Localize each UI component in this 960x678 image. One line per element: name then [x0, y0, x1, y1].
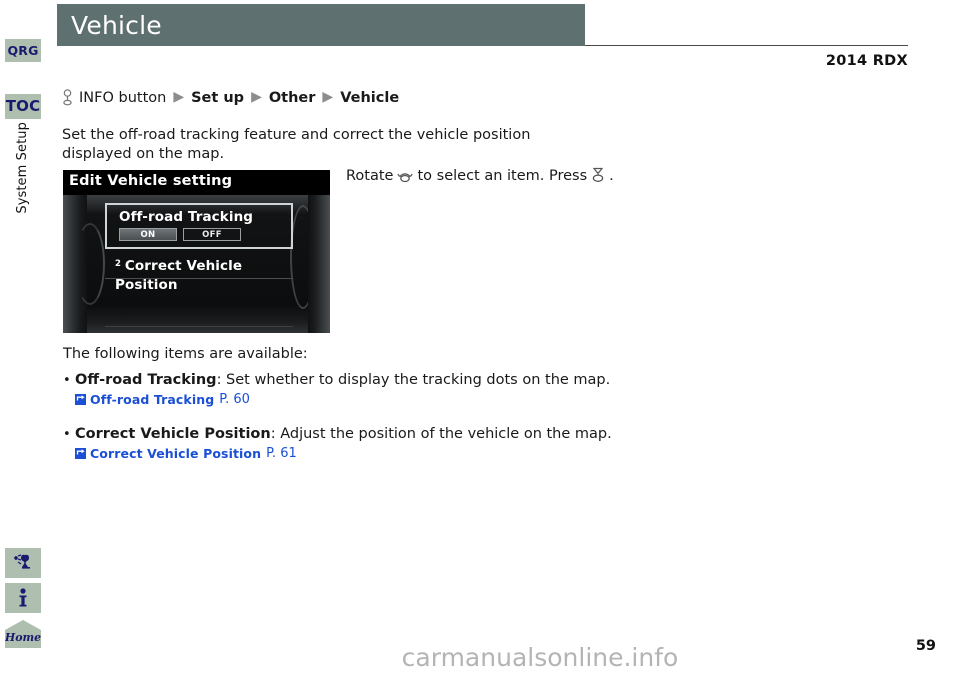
sidebar: QRG TOC System Setup Home	[0, 0, 46, 678]
list-item-description: : Set whether to display the tracking do…	[216, 372, 611, 388]
cross-reference-link[interactable]: Correct Vehicle Position P. 61	[75, 446, 623, 461]
nav-screen-right-arc-decoration	[290, 205, 316, 309]
cross-reference-page: P. 61	[266, 446, 297, 461]
rotate-instruction: Rotate to select an item. Press .	[346, 166, 614, 186]
nav-menu-item-correct-vehicle-position-label: Correct Vehicle Position	[115, 258, 243, 293]
nav-menu-item-offroad-tracking-label: Off-road Tracking	[119, 209, 254, 225]
sidebar-section-label-text: System Setup	[15, 122, 30, 214]
model-name: 2014 RDX	[825, 53, 908, 69]
offroad-tracking-on-button[interactable]: ON	[119, 228, 177, 241]
rotate-instruction-prefix: Rotate	[346, 168, 394, 184]
bullet-marker: •	[63, 427, 71, 442]
nav-menu-item-offroad-tracking[interactable]: Off-road Tracking ON OFF	[105, 203, 293, 249]
offroad-tracking-off-button[interactable]: OFF	[183, 228, 241, 241]
bullet-marker: •	[63, 373, 71, 388]
nav-screen-body: Off-road Tracking ON OFF 2 Correct Vehicl…	[63, 195, 330, 333]
header-divider	[585, 45, 908, 46]
breadcrumb-separator-3: ▶	[322, 89, 334, 105]
sidebar-tab-toc-label: TOC	[5, 97, 41, 115]
nav-menu-item-empty	[105, 293, 293, 327]
nav-screen-left-arc-decoration	[75, 223, 105, 305]
cross-reference-page: P. 60	[219, 392, 250, 407]
rotate-instruction-middle: to select an item. Press	[417, 168, 588, 184]
page-title: Vehicle	[71, 11, 162, 40]
nav-screen-figure: Edit Vehicle setting Off-road Tracking O…	[63, 170, 330, 333]
nav-menu-item-index: 2	[115, 259, 121, 269]
intro-paragraph: Set the off-road tracking feature and co…	[62, 127, 531, 162]
press-knob-icon	[591, 167, 605, 187]
available-items-lead: The following items are available:	[63, 346, 308, 362]
list-item-term: Off-road Tracking	[75, 372, 217, 388]
sidebar-tab-qrg[interactable]: QRG	[5, 39, 41, 62]
cross-reference-link[interactable]: Off-road Tracking P. 60	[75, 392, 623, 407]
page-number: 59	[915, 638, 936, 654]
rotate-instruction-suffix: .	[609, 168, 614, 184]
offroad-tracking-off-label: OFF	[202, 230, 222, 240]
cross-reference-arrow-icon	[75, 394, 86, 405]
nav-menu-item-correct-vehicle-position[interactable]: 2 Correct Vehicle Position	[105, 249, 293, 293]
breadcrumb-separator-1: ▶	[173, 89, 185, 105]
cross-reference-arrow-icon	[75, 448, 86, 459]
list-item-description: : Adjust the position of the vehicle on …	[270, 426, 612, 442]
offroad-tracking-on-label: ON	[140, 230, 156, 240]
offroad-tracking-toggle-group: ON OFF	[119, 228, 291, 241]
voice-command-icon[interactable]	[5, 548, 41, 578]
page-header-bar: Vehicle	[57, 4, 585, 46]
list-item-term: Correct Vehicle Position	[75, 426, 271, 442]
breadcrumb-item-vehicle: Vehicle	[340, 90, 400, 106]
sidebar-tab-qrg-label: QRG	[7, 43, 39, 58]
rotary-knob-icon	[397, 168, 414, 187]
nav-screen-titlebar: Edit Vehicle setting	[63, 170, 330, 195]
cross-reference-label: Off-road Tracking	[90, 392, 215, 407]
main-content: INFO button ▶ Set up ▶ Other ▶ Vehicle S…	[62, 86, 682, 461]
available-items-section: The following items are available: • Off…	[63, 346, 623, 465]
breadcrumb-separator-2: ▶	[251, 89, 262, 105]
breadcrumb-item-setup: Set up	[191, 90, 245, 106]
breadcrumb-source: INFO button	[79, 90, 167, 106]
sidebar-section-label: System Setup	[0, 120, 46, 250]
cross-reference-label: Correct Vehicle Position	[90, 446, 262, 461]
sidebar-tab-toc[interactable]: TOC	[5, 94, 41, 119]
info-icon[interactable]	[5, 583, 41, 613]
breadcrumb-item-other: Other	[268, 90, 316, 106]
nav-screen-title: Edit Vehicle setting	[69, 173, 233, 189]
site-watermark: carmanualsonline.info	[401, 643, 679, 672]
list-item: • Off-road Tracking: Set whether to disp…	[63, 371, 623, 407]
breadcrumb: INFO button ▶ Set up ▶ Other ▶ Vehicle	[62, 86, 682, 110]
rotary-knob-icon	[62, 88, 73, 110]
nav-screen-menu-list: Off-road Tracking ON OFF 2 Correct Vehicl…	[105, 203, 293, 327]
list-item: • Correct Vehicle Position: Adjust the p…	[63, 425, 623, 461]
